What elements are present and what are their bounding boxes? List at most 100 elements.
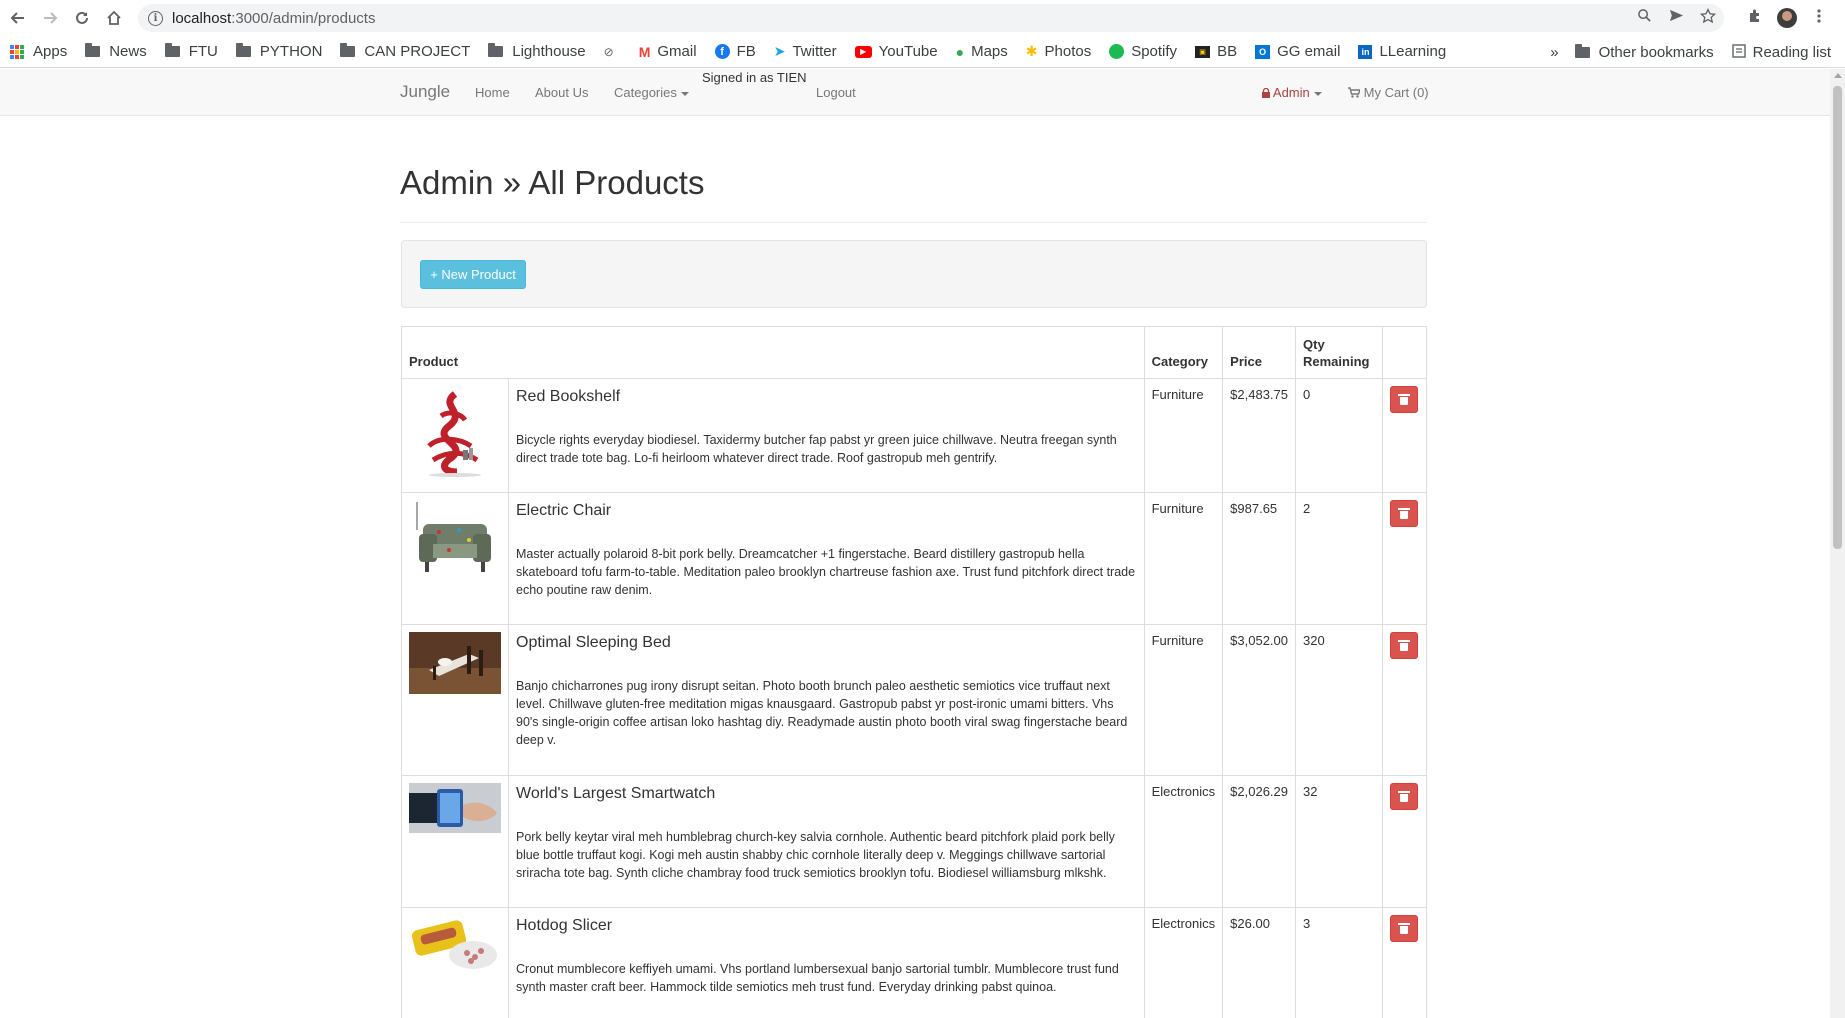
nav-about[interactable]: About Us [535,85,588,100]
app-navbar: Jungle Home About Us Categories Signed i… [0,69,1830,116]
delete-product-button[interactable] [1390,783,1418,810]
bookmark-bb[interactable]: ▣ BB [1195,43,1237,60]
table-row: Optimal Sleeping Bed Banjo chicharrones … [401,624,1427,776]
bookmarks-bar: Apps News FTU PYTHON CAN PROJECT Lightho… [0,36,1845,68]
bookmark-python[interactable]: PYTHON [235,43,322,60]
trash-icon [1398,639,1410,651]
address-bar[interactable]: i localhost:3000/admin/products [138,4,1724,32]
reload-button[interactable] [66,2,98,34]
table-row: Red Bookshelf Bicycle rights everyday bi… [401,378,1427,493]
folder-icon [340,43,356,57]
bookmark-label: Twitter [792,43,837,60]
nav-categories-label: Categories [614,85,677,100]
bookmark-label: BB [1217,43,1238,60]
bookmark-spotify[interactable]: Spotify [1109,43,1177,60]
zoom-icon[interactable] [1628,8,1660,28]
scroll-up-arrow-icon[interactable] [1834,73,1842,78]
product-price: $3,052.00 [1222,624,1296,776]
reading-list-button[interactable]: Reading list [1731,43,1831,61]
forward-button[interactable] [34,2,66,34]
product-thumbnail-electric-chair [409,500,501,580]
bookmark-label: News [109,43,147,60]
bookmark-lighthouse[interactable]: Lighthouse [488,43,586,60]
bookmark-gg-email[interactable]: O GG email [1255,43,1340,60]
product-thumbnail-smartwatch [409,783,501,833]
product-name: Electric Chair [516,502,612,519]
gmail-icon: M [638,43,651,60]
profile-avatar[interactable] [1777,8,1797,28]
outlook-icon: O [1255,44,1271,59]
nav-categories[interactable]: Categories [614,85,689,100]
url-path: :3000/admin/products [231,9,376,27]
product-name: Optimal Sleeping Bed [516,634,671,651]
page-title: Admin » All Products [400,164,705,201]
bookmark-label: FB [736,43,756,60]
product-info-cell: Optimal Sleeping Bed Banjo chicharrones … [508,624,1145,776]
bookmark-ftu[interactable]: FTU [164,43,218,60]
product-info-cell: World's Largest Smartwatch Pork belly ke… [508,775,1145,908]
site-info-icon[interactable]: i [148,10,163,26]
product-description: Bicycle rights everyday biodiesel. Taxid… [516,433,1117,465]
product-thumbnail-hotdog-slicer [409,915,501,975]
browser-menu-icon[interactable] [1803,8,1835,29]
product-image-cell [401,624,509,776]
bookmark-news[interactable]: News [85,43,147,60]
nav-cart[interactable]: My Cart (0) [1348,85,1429,100]
send-icon[interactable] [1660,8,1692,28]
browser-toolbar: i localhost:3000/admin/products [0,0,1845,36]
bookmark-photos[interactable]: ✱ Photos [1026,43,1091,60]
folder-icon [1574,43,1590,58]
forward-arrow-icon [44,12,58,24]
product-thumbnail-sleeping-bed [409,632,501,694]
bookmark-other[interactable]: Other bookmarks [1574,43,1714,61]
brand-link[interactable]: Jungle [400,82,450,102]
nav-logout[interactable]: Logout [816,85,856,100]
bookmark-label: FTU [188,43,218,60]
product-category: Furniture [1144,624,1224,776]
delete-product-button[interactable] [1390,500,1418,527]
page-scrollbar[interactable] [1830,69,1845,1018]
back-button[interactable] [2,2,34,34]
product-info-cell: Hotdog Slicer Cronut mumblecore keffiyeh… [508,907,1145,1018]
product-category: Electronics [1144,907,1224,1018]
products-table: Product Category Price Qty Remaining Red… [401,326,1427,1018]
bookmark-llearning[interactable]: in LLearning [1358,43,1446,60]
header-product: Product [401,326,1145,379]
nav-admin-dropdown[interactable]: Admin [1262,85,1322,100]
folder-icon [235,43,251,57]
bookmark-fb[interactable]: f FB [714,43,756,60]
product-category: Furniture [1144,492,1224,625]
nav-home[interactable]: Home [475,85,510,100]
home-button[interactable] [98,2,130,34]
trash-icon [1398,922,1410,934]
bookmark-maps[interactable]: ● Maps [956,43,1008,60]
bookmark-apps[interactable]: Apps [10,43,67,60]
bookmark-can-project[interactable]: CAN PROJECT [340,43,470,60]
new-product-button[interactable]: + New Product [420,260,526,289]
bookmarks-overflow-button[interactable]: » [1550,44,1558,61]
delete-product-button[interactable] [1390,386,1418,413]
product-price: $2,483.75 [1222,378,1296,493]
nav-admin-label: Admin [1272,85,1310,100]
bookmark-youtube[interactable]: ▶ YouTube [854,43,938,60]
reading-list-icon [1731,43,1746,61]
product-image-cell [401,378,509,493]
bookmark-star-icon[interactable] [1692,7,1724,29]
bookmark-label: Gmail [657,43,697,60]
scrollbar-thumb[interactable] [1833,86,1842,549]
bookmark-label: Maps [971,43,1008,60]
delete-product-button[interactable] [1390,915,1418,942]
delete-product-button[interactable] [1390,632,1418,659]
product-image-cell [401,907,509,1018]
bb-icon: ▣ [1195,45,1211,58]
url-text[interactable]: localhost:3000/admin/products [172,10,375,27]
extensions-puzzle-icon[interactable] [1739,8,1771,29]
bookmark-link[interactable]: ⊘ [604,45,621,59]
address-bar-actions [1628,4,1724,32]
bookmarks-right: » Other bookmarks Reading list [1550,36,1831,68]
bookmark-gmail[interactable]: M Gmail [639,43,697,60]
product-name: Hotdog Slicer [516,917,613,934]
bookmark-twitter[interactable]: ➤ Twitter [774,43,837,60]
product-image-cell [401,492,509,625]
folder-icon [85,43,101,57]
